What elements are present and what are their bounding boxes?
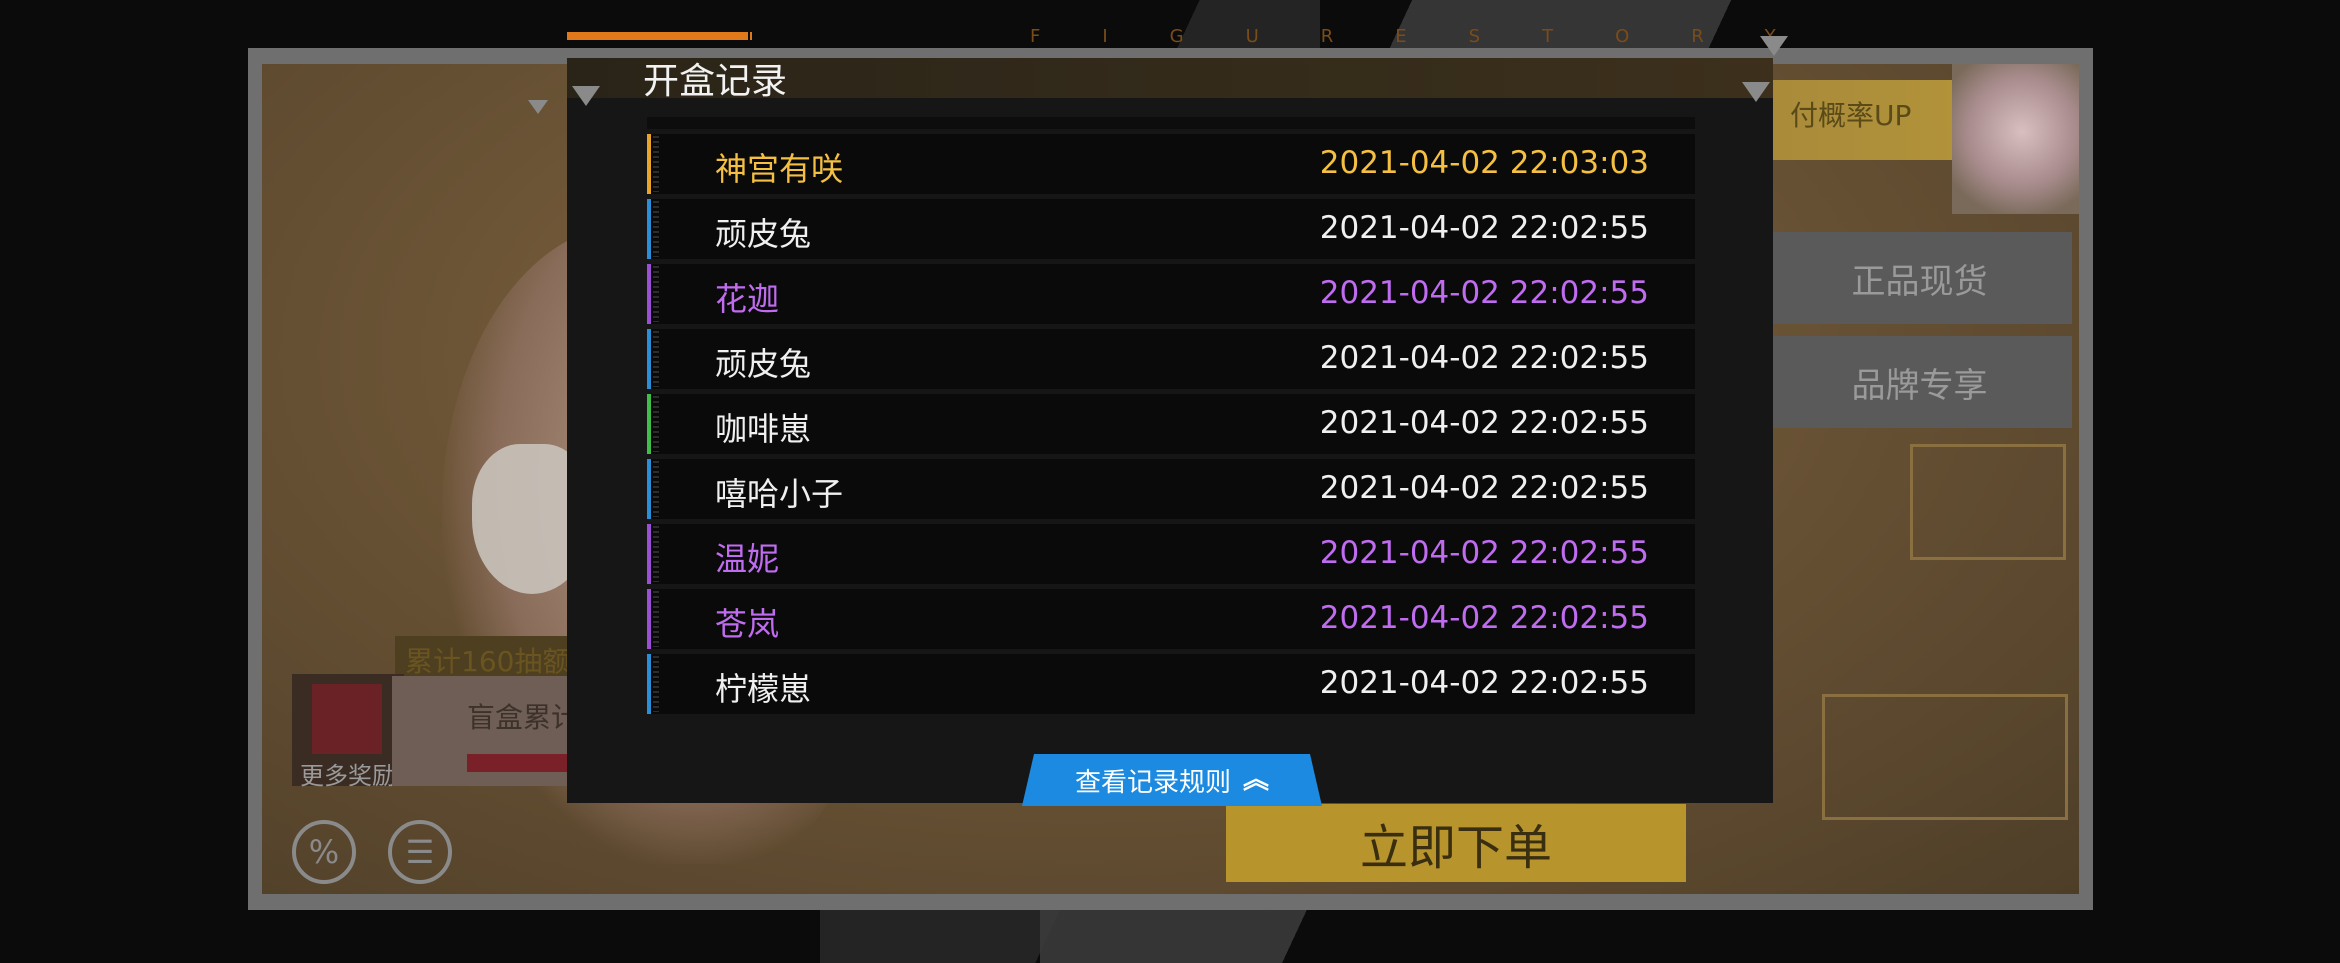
record-item-name: 苍岚: [715, 605, 780, 643]
brand-stripe: [653, 461, 659, 517]
brand-stripe: [653, 331, 659, 387]
brand-stripe: [653, 526, 659, 582]
order-now-button[interactable]: 立即下单: [1226, 804, 1686, 882]
rarity-accent-bar: [647, 459, 651, 519]
record-timestamp: 2021-04-02 22:02:55: [1319, 405, 1649, 441]
record-timestamp: 2021-04-02 22:02:55: [1319, 535, 1649, 571]
rarity-accent-bar: [647, 264, 651, 324]
more-rewards-label: 更多奖励: [300, 762, 396, 790]
decorative-frame: [1910, 444, 2066, 560]
brand-exclusive-button[interactable]: 品牌专享: [1767, 336, 2072, 428]
corner-triangle-icon: [1760, 36, 1788, 56]
corner-triangle-icon: [572, 86, 600, 106]
character-avatar: [1952, 64, 2079, 214]
rarity-accent-bar: [647, 329, 651, 389]
record-timestamp: 2021-04-02 22:02:55: [1319, 210, 1649, 246]
brand-watermark: FIGURESTORY: [1030, 26, 1838, 47]
record-row: 柠檬崽 2021-04-02 22:02:55: [647, 654, 1695, 714]
modal-title: 开盒记录: [643, 61, 788, 102]
modal-top-progress: [567, 32, 747, 40]
rarity-accent-bar: [647, 199, 651, 259]
record-item-name: 嘻哈小子: [715, 475, 844, 513]
record-timestamp: 2021-04-02 22:02:55: [1319, 600, 1649, 636]
brand-stripe: [653, 396, 659, 452]
record-row: 顽皮兔 2021-04-02 22:02:55: [647, 199, 1695, 259]
list-scroll-edge: [647, 117, 1695, 129]
rarity-accent-bar: [647, 394, 651, 454]
probability-up-label: 付概率UP: [1790, 99, 1912, 132]
corner-triangle-icon: [1742, 82, 1770, 102]
blind-box-progress-label: 盲盒累计: [467, 701, 580, 734]
rarity-accent-bar: [647, 134, 651, 194]
record-item-name: 神宫有咲: [715, 150, 844, 188]
record-item-name: 顽皮兔: [715, 215, 812, 253]
record-row: 温妮 2021-04-02 22:02:55: [647, 524, 1695, 584]
record-item-name: 咖啡崽: [715, 410, 812, 448]
record-item-name: 顽皮兔: [715, 345, 812, 383]
view-record-rules-button[interactable]: 查看记录规则 ︽: [1022, 754, 1322, 806]
record-list[interactable]: 神宫有咲 2021-04-02 22:03:03 顽皮兔 2021-04-02 22:…: [647, 134, 1695, 719]
record-item-name: 柠檬崽: [715, 670, 812, 708]
brand-stripe: [653, 201, 659, 257]
brand-stripe: [653, 266, 659, 322]
percent-icon[interactable]: %: [292, 820, 356, 884]
record-row: 嘻哈小子 2021-04-02 22:02:55: [647, 459, 1695, 519]
gift-icon: [312, 684, 382, 754]
record-timestamp: 2021-04-02 22:02:55: [1319, 275, 1649, 311]
record-item-name: 花迦: [715, 280, 780, 318]
record-row: 咖啡崽 2021-04-02 22:02:55: [647, 394, 1695, 454]
corner-triangle-icon: [528, 100, 548, 114]
view-record-rules-label: 查看记录规则: [1074, 767, 1231, 798]
record-row: 神宫有咲 2021-04-02 22:03:03: [647, 134, 1695, 194]
brand-stripe: [653, 136, 659, 192]
genuine-stock-button[interactable]: 正品现货: [1767, 232, 2072, 324]
record-item-name: 温妮: [715, 540, 780, 578]
decorative-frame: [1822, 694, 2068, 820]
record-row: 顽皮兔 2021-04-02 22:02:55: [647, 329, 1695, 389]
double-chevron-up-icon: ︽: [1243, 765, 1270, 795]
modal-top-ticks: [746, 32, 752, 40]
record-timestamp: 2021-04-02 22:02:55: [1319, 340, 1649, 376]
rarity-accent-bar: [647, 589, 651, 649]
record-row: 花迦 2021-04-02 22:02:55: [647, 264, 1695, 324]
record-timestamp: 2021-04-02 22:02:55: [1319, 665, 1649, 701]
rarity-accent-bar: [647, 524, 651, 584]
record-timestamp: 2021-04-02 22:02:55: [1319, 470, 1649, 506]
list-icon[interactable]: ☰: [388, 820, 452, 884]
brand-stripe: [653, 656, 659, 712]
record-timestamp: 2021-04-02 22:03:03: [1319, 145, 1649, 181]
rarity-accent-bar: [647, 654, 651, 714]
brand-stripe: [653, 591, 659, 647]
record-row: 苍岚 2021-04-02 22:02:55: [647, 589, 1695, 649]
